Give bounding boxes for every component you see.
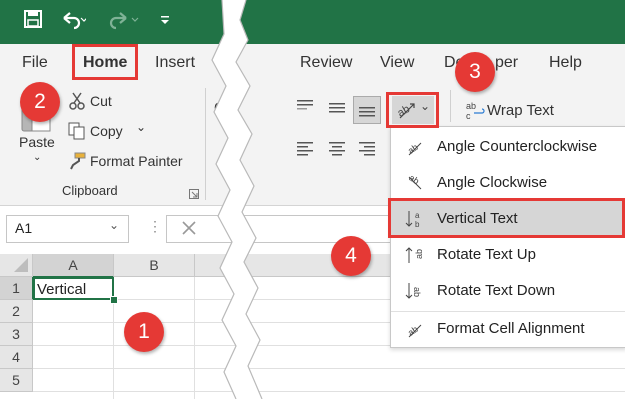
menu-item-label: Rotate Text Down: [437, 282, 556, 299]
orientation-highlight: [386, 92, 439, 128]
menu-item-label: Format Cell Alignment: [437, 320, 585, 337]
angle-counterclockwise-icon: ab: [405, 137, 425, 157]
home-highlight: [72, 44, 138, 80]
rotate-text-up-icon: ab: [405, 245, 425, 265]
svg-text:ab: ab: [406, 324, 420, 338]
svg-text:ab: ab: [406, 142, 420, 156]
svg-text:ab: ab: [412, 287, 422, 297]
menu-item-rotate-text-up[interactable]: ab Rotate Text Up: [391, 237, 625, 273]
format-cell-alignment-icon: ab: [405, 319, 425, 339]
vertical-text-highlight: [388, 198, 625, 238]
step-badge-1: 1: [124, 312, 164, 352]
menu-item-format-cell-alignment[interactable]: ab Format Cell Alignment: [391, 311, 625, 347]
menu-item-rotate-text-down[interactable]: ab Rotate Text Down: [391, 273, 625, 309]
menu-item-angle-counterclockwise[interactable]: ab Angle Counterclockwise: [391, 129, 625, 165]
menu-item-label: Rotate Text Up: [437, 246, 536, 263]
menu-item-label: Angle Clockwise: [437, 174, 548, 191]
step-badge-4: 4: [331, 236, 371, 276]
menu-item-angle-clockwise[interactable]: ab Angle Clockwise: [391, 165, 625, 201]
svg-text:ab: ab: [414, 249, 424, 259]
step-badge-2: 2: [20, 82, 60, 122]
svg-text:ab: ab: [407, 173, 421, 186]
step-badge-3: 3: [455, 52, 495, 92]
rotate-text-down-icon: ab: [405, 281, 425, 301]
angle-clockwise-icon: ab: [405, 172, 425, 193]
menu-item-label: Angle Counterclockwise: [437, 138, 598, 155]
